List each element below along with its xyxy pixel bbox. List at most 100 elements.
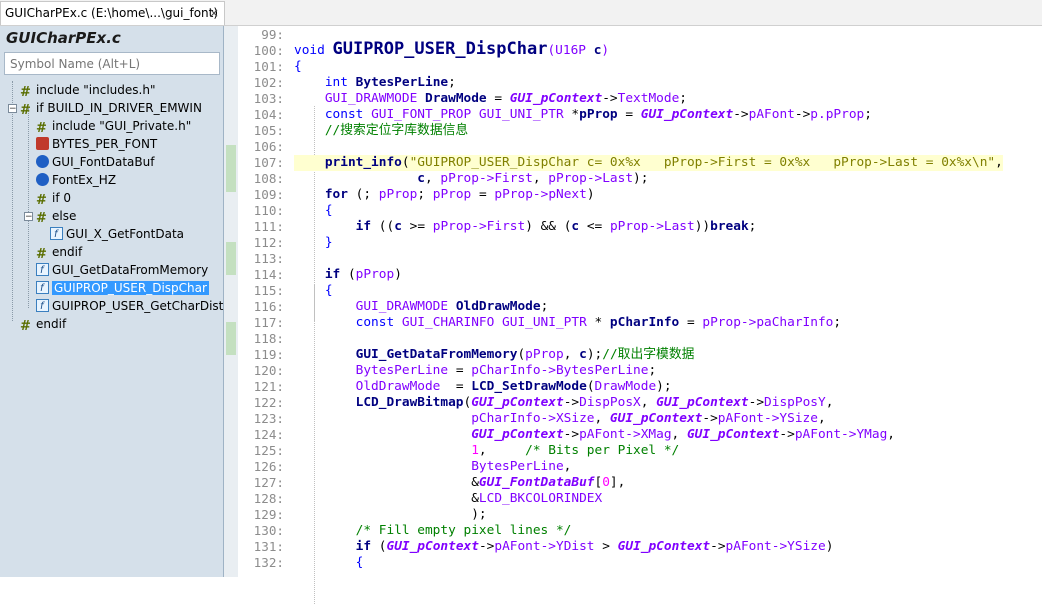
code-token: LCD_DrawBitmap	[355, 395, 464, 410]
code-line[interactable]: BytesPerLine = pCharInfo->BytesPerLine;	[294, 363, 657, 379]
code-line[interactable]: {	[294, 283, 333, 299]
code-line[interactable]: const GUI_FONT_PROP GUI_UNI_PTR *pProp =…	[294, 107, 872, 123]
code-line[interactable]: OldDrawMode = LCD_SetDrawMode(DrawMode);	[294, 379, 672, 395]
code-token: ;	[648, 363, 657, 378]
symbol-tree-item[interactable]: # if BUILD_IN_DRIVER_EMWIN	[20, 99, 202, 117]
preprocessor-if-icon: #	[20, 103, 31, 118]
line-number: 114:	[253, 267, 284, 282]
symbol-tree-item[interactable]: BYTES_PER_FONT	[36, 135, 157, 153]
symbol-tree-item[interactable]: # endif	[20, 315, 66, 333]
define-icon	[36, 137, 49, 150]
code-line[interactable]: {	[294, 555, 364, 571]
code-token: pAFont	[748, 107, 795, 122]
collapse-toggle-icon[interactable]: −	[24, 212, 33, 222]
symbol-tree-item[interactable]: # include "GUI_Private.h"	[36, 117, 191, 135]
code-token: LCD_BKCOLORINDEX	[478, 491, 603, 506]
code-line[interactable]: GUI_GetDataFromMemory(pProp, c);//取出字模数据	[294, 347, 695, 363]
code-line[interactable]: if ((c >= pProp->First) && (c <= pProp->…	[294, 219, 757, 235]
code-token: ],	[609, 475, 626, 490]
line-number: 121:	[253, 379, 284, 394]
symbol-tree-item[interactable]: GUI_X_GetFontData	[50, 225, 184, 244]
code-token: ) && (	[525, 219, 572, 234]
code-token: );	[294, 507, 487, 522]
symbol-tree-item[interactable]: FontEx_HZ	[36, 171, 116, 189]
code-line[interactable]: LCD_DrawBitmap(GUI_pContext->DispPosX, G…	[294, 395, 834, 411]
code-token: c	[579, 347, 587, 362]
code-token: c	[394, 219, 410, 234]
code-token: DispPosY	[764, 395, 826, 410]
code-line[interactable]: //搜索定位字库数据信息	[294, 123, 468, 139]
code-line[interactable]: for (; pProp; pProp = pProp->pNext)	[294, 187, 595, 203]
function-icon	[36, 280, 49, 298]
line-number: 118:	[253, 331, 284, 346]
code-token: pProp->pNext	[494, 187, 587, 202]
code-token: pCharInfo->BytesPerLine	[471, 363, 649, 378]
code-line[interactable]: BytesPerLine,	[294, 459, 571, 475]
code-line[interactable]: pCharInfo->XSize, GUI_pContext->pAFont->…	[294, 411, 825, 427]
line-number: 119:	[253, 347, 284, 362]
code-line[interactable]: 1, /* Bits per Pixel */	[294, 443, 679, 459]
code-line[interactable]: GUI_DRAWMODE DrawMode = GUI_pContext->Te…	[294, 91, 687, 107]
symbol-tree-item[interactable]: GUIPROP_USER_DispChar	[36, 279, 209, 298]
symbol-tree-item[interactable]: GUIPROP_USER_GetCharDist	[36, 297, 223, 316]
file-tab[interactable]: GUICharPEx.c (E:\home\...\gui_font) ×	[0, 1, 225, 25]
line-number: 116:	[253, 299, 284, 314]
code-token: ,	[671, 427, 687, 442]
code-token: =	[494, 91, 510, 106]
code-line[interactable]: GUI_DRAWMODE OldDrawMode;	[294, 299, 549, 315]
code-line[interactable]: void GUIPROP_USER_DispChar(U16P c)	[294, 41, 609, 59]
code-token: )	[586, 187, 595, 202]
symbol-tree-item[interactable]: GUI_GetDataFromMemory	[36, 261, 208, 280]
code-token: p.pProp	[810, 107, 865, 122]
line-number: 124:	[253, 427, 284, 442]
code-line[interactable]: );	[294, 507, 487, 523]
symbol-search-input[interactable]	[4, 52, 220, 75]
symbol-tree-item[interactable]: # include "includes.h"	[20, 81, 155, 99]
code-token: ))	[694, 219, 711, 234]
code-token: GUI_pContext	[386, 539, 479, 554]
code-line[interactable]: int BytesPerLine;	[294, 75, 456, 91]
code-token: (U16P	[547, 43, 594, 58]
code-token: pProp->First	[440, 171, 533, 186]
code-token: GUI_GetDataFromMemory	[355, 347, 518, 362]
code-line[interactable]: if (GUI_pContext->pAFont->YDist > GUI_pC…	[294, 539, 834, 555]
symbol-tree-item[interactable]: # if 0	[36, 189, 71, 207]
code-token: ->	[702, 411, 718, 426]
code-line[interactable]: }	[294, 235, 333, 251]
code-token: int	[324, 75, 356, 90]
code-token: ->	[478, 539, 495, 554]
code-line[interactable]: GUI_pContext->pAFont->XMag, GUI_pContext…	[294, 427, 895, 443]
collapse-toggle-icon[interactable]: −	[8, 104, 17, 114]
line-number: 131:	[253, 539, 284, 554]
code-editor[interactable]: 99: 100: 101: 102: 103: 104: 105: 106: 107: 108: 1…	[238, 26, 1042, 604]
code-line[interactable]: {	[294, 203, 333, 219]
code-line[interactable]: print_info("GUIPROP_USER_DispChar c= 0x%…	[294, 155, 1003, 171]
code-token: ;	[417, 187, 433, 202]
code-line[interactable]: /* Fill empty pixel lines */	[294, 523, 572, 539]
code-line[interactable]: &GUI_FontDataBuf[0],	[294, 475, 625, 491]
line-number: 104:	[253, 107, 284, 122]
code-token: ->	[563, 427, 580, 442]
code-line[interactable]: c, pProp->First, pProp->Last);	[294, 171, 648, 187]
code-token: ->	[733, 107, 749, 122]
symbol-tree-item[interactable]: GUI_FontDataBuf	[36, 153, 154, 171]
code-line[interactable]: &LCD_BKCOLORINDEX	[294, 491, 602, 507]
line-number: 111:	[253, 219, 284, 234]
symbol-tree-item[interactable]: # endif	[36, 243, 82, 261]
code-token: ;	[679, 91, 687, 106]
code-line[interactable]: if (pProp)	[294, 267, 402, 283]
symbol-tree-item[interactable]: # else	[36, 207, 76, 225]
line-number: 99:	[261, 27, 284, 42]
code-line[interactable]: const GUI_CHARINFO GUI_UNI_PTR * pCharIn…	[294, 315, 841, 331]
symbol-tree-label: endif	[52, 245, 83, 259]
symbol-tree-label: if BUILD_IN_DRIVER_EMWIN	[36, 101, 202, 115]
close-tab-icon[interactable]: ×	[209, 2, 219, 24]
code-line[interactable]: {	[294, 59, 302, 75]
